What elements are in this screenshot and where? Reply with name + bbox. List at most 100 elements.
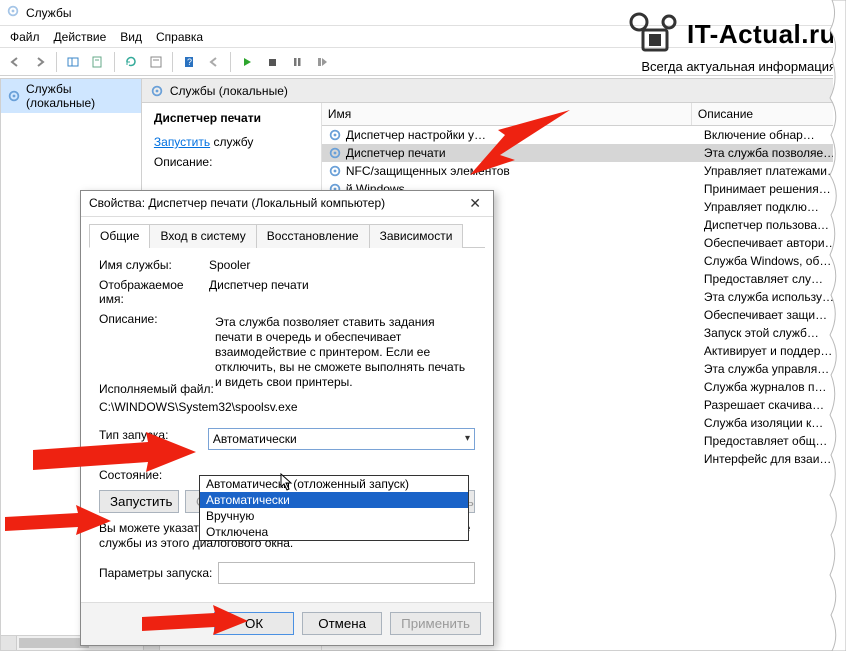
service-desc-cell: Эта служба управля… — [704, 362, 839, 376]
tab-recovery[interactable]: Восстановление — [256, 224, 370, 248]
service-name-cell: Диспетчер печати — [346, 146, 446, 160]
service-desc-cell: Активирует и поддер… — [704, 344, 839, 358]
toolbar-separator — [114, 52, 115, 72]
close-icon[interactable]: ✕ — [465, 195, 485, 212]
start-link[interactable]: Запустить — [154, 135, 210, 149]
tool-back[interactable] — [4, 51, 26, 73]
menu-help[interactable]: Справка — [156, 30, 203, 44]
dialog-titlebar: Свойства: Диспетчер печати (Локальный ко… — [81, 191, 493, 217]
gear-icon — [328, 164, 342, 178]
menu-action[interactable]: Действие — [54, 30, 107, 44]
list-header: Имя Описание — [322, 103, 845, 126]
gear-icon — [328, 128, 342, 142]
service-desc-cell: Служба изоляции к… — [704, 416, 839, 430]
tool-help[interactable]: ? — [178, 51, 200, 73]
col-description[interactable]: Описание — [692, 103, 845, 125]
service-desc-cell: Управляет платежами… — [704, 164, 839, 178]
tool-start-icon[interactable] — [236, 51, 258, 73]
cancel-button[interactable]: Отмена — [302, 612, 382, 635]
tab-logon[interactable]: Вход в систему — [149, 224, 256, 248]
value-displayname: Диспетчер печати — [209, 278, 475, 306]
service-desc-cell: Служба Windows, об… — [704, 254, 839, 268]
table-row[interactable]: Диспетчер настройки у… Включение обнар… — [322, 126, 845, 144]
start-suffix: службу — [210, 135, 253, 149]
scroll-left[interactable] — [1, 636, 17, 650]
menu-view[interactable]: Вид — [120, 30, 142, 44]
service-name-cell: NFC/защищенных элементов — [346, 164, 510, 178]
tree-node-label: Службы (локальные) — [26, 82, 135, 110]
service-desc-cell: Управляет подклю… — [704, 200, 839, 214]
dropdown-option[interactable]: Автоматически — [200, 492, 468, 508]
service-desc-cell: Разрешает скачива… — [704, 398, 839, 412]
ok-button[interactable]: ОК — [214, 612, 294, 635]
tab-dependencies[interactable]: Зависимости — [369, 224, 464, 248]
scroll-thumb[interactable] — [19, 638, 89, 648]
service-desc-cell: Служба журналов п… — [704, 380, 839, 394]
service-desc-cell: Обеспечивает автори… — [704, 236, 839, 250]
tool-pause-icon[interactable] — [286, 51, 308, 73]
table-row[interactable]: Диспетчер печати Эта служба позволяе… — [322, 144, 845, 162]
svg-text:?: ? — [187, 57, 192, 67]
tool-forward[interactable] — [29, 51, 51, 73]
service-desc-cell: Диспетчер пользова… — [704, 218, 839, 232]
dropdown-option[interactable]: Вручную — [200, 508, 468, 524]
dropdown-option[interactable]: Автоматически (отложенный запуск) — [200, 476, 468, 492]
dropdown-option[interactable]: Отключена — [200, 524, 468, 540]
col-name[interactable]: Имя — [322, 103, 692, 125]
tool-restart-icon[interactable] — [311, 51, 333, 73]
gear-icon — [150, 84, 164, 98]
watermark-logo-icon — [627, 12, 681, 56]
label-startup: Тип запуска: — [99, 428, 208, 450]
label-description: Описание: — [99, 312, 209, 376]
service-desc-cell: Эта служба использу… — [704, 290, 839, 304]
apply-button: Применить — [390, 612, 481, 635]
table-row[interactable]: NFC/защищенных элементов Управляет платеж… — [322, 162, 845, 180]
watermark-title: IT-Actual.ru — [687, 19, 836, 50]
service-name-cell: Диспетчер настройки у… — [346, 128, 486, 142]
services-icon — [6, 4, 20, 21]
service-desc-cell: Предоставляет общ… — [704, 434, 839, 448]
torn-edge — [824, 0, 846, 651]
watermark: IT-Actual.ru Всегда актуальная информаци… — [627, 12, 836, 74]
label-params: Параметры запуска: — [99, 566, 212, 580]
tree-node-services-local[interactable]: Службы (локальные) — [1, 79, 141, 113]
window-title: Службы — [26, 6, 71, 20]
menu-file[interactable]: Файл — [10, 30, 40, 44]
tool-prev[interactable] — [203, 51, 225, 73]
panel-subheader: Службы (локальные) — [142, 79, 845, 103]
tab-general[interactable]: Общие — [89, 224, 150, 248]
cursor-icon — [280, 473, 296, 493]
startup-dropdown[interactable]: Автоматически (отложенный запуск)Автомат… — [199, 475, 469, 541]
startup-type-combo[interactable]: Автоматически ▾ — [208, 428, 475, 450]
gear-icon — [7, 89, 21, 103]
service-desc-cell: Предоставляет слу… — [704, 272, 839, 286]
tool-stop-icon[interactable] — [261, 51, 283, 73]
tool-show-hide[interactable] — [62, 51, 84, 73]
toolbar-separator — [172, 52, 173, 72]
startup-selected: Автоматически — [213, 432, 297, 446]
start-button[interactable]: Запустить — [99, 490, 179, 513]
label-displayname: Отображаемое имя: — [99, 278, 209, 306]
service-desc-cell: Обеспечивает защи… — [704, 308, 839, 322]
service-desc-cell: Включение обнар… — [704, 128, 839, 142]
tool-properties[interactable] — [145, 51, 167, 73]
chevron-down-icon: ▾ — [465, 433, 470, 444]
value-servicename: Spooler — [209, 258, 475, 272]
value-exe: C:\WINDOWS\System32\spoolsv.exe — [99, 400, 475, 414]
description-label: Описание: — [154, 155, 309, 169]
gear-icon — [328, 146, 342, 160]
properties-dialog: Свойства: Диспетчер печати (Локальный ко… — [80, 190, 494, 646]
value-description: Эта служба позволяет ставить задания печ… — [209, 312, 475, 376]
selected-service-name: Диспетчер печати — [154, 111, 309, 125]
label-servicename: Имя службы: — [99, 258, 209, 272]
tool-refresh[interactable] — [120, 51, 142, 73]
service-desc-cell: Принимает решения… — [704, 182, 839, 196]
params-input[interactable] — [218, 562, 475, 584]
dialog-footer: ОК Отмена Применить — [81, 602, 493, 645]
panel-subheader-label: Службы (локальные) — [170, 84, 288, 98]
service-desc-cell: Запуск этой служб… — [704, 326, 839, 340]
label-state: Состояние: — [99, 468, 209, 482]
tool-export[interactable] — [87, 51, 109, 73]
service-desc-cell: Эта служба позволяе… — [704, 146, 839, 160]
watermark-subtitle: Всегда актуальная информация — [627, 59, 836, 74]
